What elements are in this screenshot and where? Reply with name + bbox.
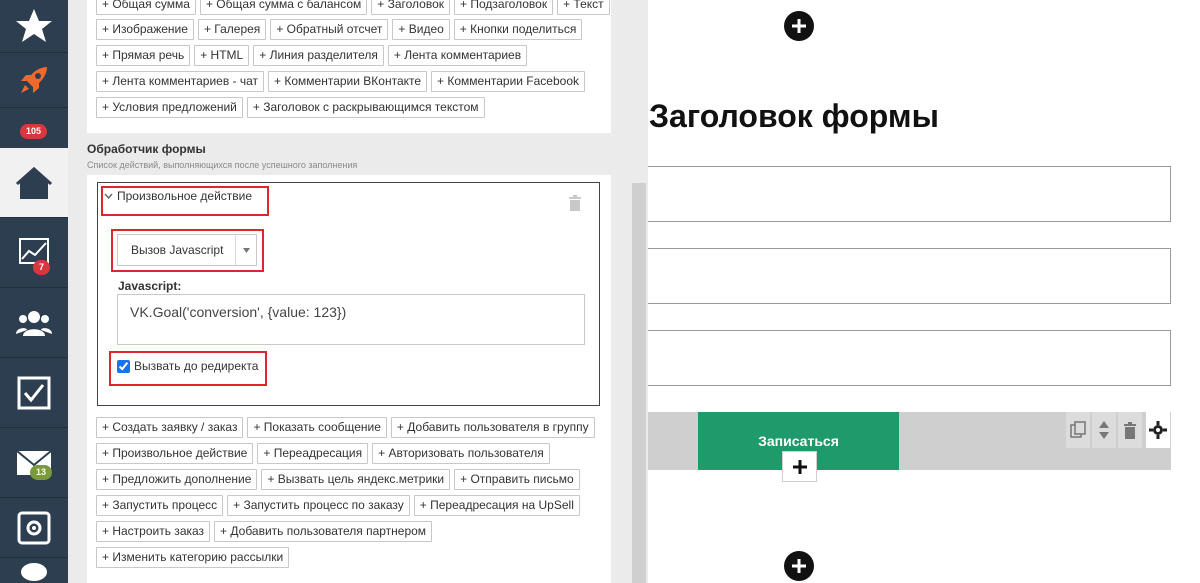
handler-subtitle: Список действий, выполняющихся после усп… bbox=[87, 160, 358, 170]
delete-block-icon[interactable] bbox=[1118, 412, 1142, 448]
javascript-field[interactable]: VK.Goal('conversion', {value: 123}) bbox=[117, 294, 585, 345]
rocket-icon bbox=[21, 67, 47, 93]
move-updown-icon[interactable] bbox=[1092, 412, 1116, 448]
add-create-order-button[interactable]: + Создать заявку / заказ bbox=[96, 417, 244, 438]
block-button-row: + Изображение + Галерея + Обратный отсче… bbox=[96, 19, 583, 40]
add-block-bottom-button[interactable] bbox=[784, 551, 814, 581]
nav-rocket[interactable] bbox=[0, 53, 68, 108]
action-label: Произвольное действие bbox=[117, 189, 253, 203]
action-button-row: + Предложить дополнение + Вызвать цель я… bbox=[96, 469, 580, 490]
block-button-row: + Общая сумма + Общая сумма с балансом +… bbox=[96, 0, 610, 15]
add-html-button[interactable]: + HTML bbox=[194, 45, 250, 66]
add-gallery-button[interactable]: + Галерея bbox=[197, 19, 267, 40]
add-total-button[interactable]: + Общая сумма bbox=[96, 0, 196, 15]
nav-users[interactable] bbox=[0, 288, 68, 358]
plus-icon bbox=[792, 459, 807, 474]
add-total-balance-button[interactable]: + Общая сумма с балансом bbox=[199, 0, 368, 15]
settings-gear-icon[interactable] bbox=[1146, 412, 1170, 448]
add-show-message-button[interactable]: + Показать сообщение bbox=[247, 417, 387, 438]
plus-icon bbox=[792, 19, 806, 33]
nav-stats[interactable]: 7 bbox=[0, 218, 68, 288]
action-type-select[interactable]: Вызов Javascript bbox=[117, 234, 257, 266]
add-text-button[interactable]: + Текст bbox=[557, 0, 610, 15]
nav-notifications[interactable]: 105 bbox=[0, 108, 68, 148]
nav-home[interactable] bbox=[0, 148, 68, 218]
block-button-row: + Лента комментариев - чат + Комментарии… bbox=[96, 71, 586, 92]
add-vk-comments-button[interactable]: + Комментарии ВКонтакте bbox=[268, 71, 428, 92]
copy-icon[interactable] bbox=[1066, 412, 1090, 448]
action-header[interactable]: Произвольное действие bbox=[104, 189, 252, 203]
action-button-row: + Создать заявку / заказ + Показать сооб… bbox=[96, 417, 595, 438]
block-button-row: + Условия предложений + Заголовок с раск… bbox=[96, 97, 485, 118]
home-icon bbox=[16, 166, 52, 199]
left-nav: 105 7 13 bbox=[0, 0, 68, 583]
add-redirect-button[interactable]: + Переадресация bbox=[257, 443, 369, 464]
redirect-checkbox-label: Вызвать до редиректа bbox=[134, 359, 259, 373]
nav-favorites[interactable] bbox=[0, 0, 68, 53]
nav-mail[interactable]: 13 bbox=[0, 428, 68, 498]
action-button-row: + Изменить категорию рассылки bbox=[96, 547, 290, 568]
add-custom-action-button[interactable]: + Произвольное действие bbox=[96, 443, 254, 464]
add-block-top-button[interactable] bbox=[784, 11, 814, 41]
add-after-block-button[interactable] bbox=[782, 451, 817, 482]
handler-title: Обработчик формы bbox=[87, 142, 206, 156]
add-offer-conditions-button[interactable]: + Условия предложений bbox=[96, 97, 243, 118]
action-button-row: + Произвольное действие + Переадресация … bbox=[96, 443, 550, 464]
action-button-row: + Запустить процесс + Запустить процесс … bbox=[96, 495, 580, 516]
block-button-row: + Прямая речь + HTML + Линия разделителя… bbox=[96, 45, 528, 66]
add-heading-button[interactable]: + Заголовок bbox=[371, 0, 451, 15]
form-title[interactable]: Заголовок формы bbox=[649, 98, 939, 135]
form-field-3[interactable] bbox=[648, 330, 1171, 386]
add-change-mailing-category-button[interactable]: + Изменить категорию рассылки bbox=[96, 547, 290, 568]
add-subheading-button[interactable]: + Подзаголовок bbox=[454, 0, 554, 15]
redirect-checkbox[interactable] bbox=[117, 359, 130, 373]
add-authorize-user-button[interactable]: + Авторизовать пользователя bbox=[372, 443, 550, 464]
add-send-email-button[interactable]: + Отправить письмо bbox=[454, 469, 580, 490]
delete-action-icon[interactable] bbox=[568, 195, 582, 211]
mail-badge: 13 bbox=[30, 465, 53, 480]
add-configure-order-button[interactable]: + Настроить заказ bbox=[96, 521, 211, 542]
add-upsell-redirect-button[interactable]: + Переадресация на UpSell bbox=[413, 495, 580, 516]
add-share-buttons-button[interactable]: + Кнопки поделиться bbox=[453, 19, 583, 40]
select-value: Вызов Javascript bbox=[131, 243, 224, 257]
select-arrow-icon bbox=[235, 235, 256, 265]
add-partner-user-button[interactable]: + Добавить пользователя партнером bbox=[214, 521, 433, 542]
plus-icon bbox=[792, 559, 806, 573]
nav-chat[interactable] bbox=[0, 558, 68, 583]
add-start-order-process-button[interactable]: + Запустить процесс по заказу bbox=[227, 495, 410, 516]
notifications-badge: 105 bbox=[20, 124, 48, 139]
nav-tasks[interactable] bbox=[0, 358, 68, 428]
add-comments-chat-button[interactable]: + Лента комментариев - чат bbox=[96, 71, 265, 92]
star-icon bbox=[16, 9, 52, 42]
add-start-process-button[interactable]: + Запустить процесс bbox=[96, 495, 224, 516]
checkbox-icon bbox=[17, 376, 51, 409]
chevron-down-icon bbox=[104, 193, 113, 199]
add-user-to-group-button[interactable]: + Добавить пользователя в группу bbox=[390, 417, 595, 438]
nav-safe[interactable] bbox=[0, 498, 68, 558]
form-field-2[interactable] bbox=[648, 248, 1171, 304]
stats-badge: 7 bbox=[33, 260, 51, 275]
add-offer-addon-button[interactable]: + Предложить дополнение bbox=[96, 469, 258, 490]
add-collapsible-heading-button[interactable]: + Заголовок с раскрывающимся текстом bbox=[246, 97, 485, 118]
add-video-button[interactable]: + Видео bbox=[392, 19, 450, 40]
add-divider-button[interactable]: + Линия разделителя bbox=[253, 45, 384, 66]
add-countdown-button[interactable]: + Обратный отсчет bbox=[270, 19, 389, 40]
safe-icon bbox=[17, 511, 51, 544]
add-quote-button[interactable]: + Прямая речь bbox=[96, 45, 191, 66]
javascript-label: Javascript: bbox=[118, 279, 182, 293]
add-comments-feed-button[interactable]: + Лента комментариев bbox=[387, 45, 528, 66]
redirect-checkbox-row[interactable]: Вызвать до редиректа bbox=[117, 359, 258, 373]
panel-scrollbar[interactable] bbox=[632, 183, 646, 583]
add-image-button[interactable]: + Изображение bbox=[96, 19, 194, 40]
form-field-1[interactable] bbox=[648, 166, 1171, 222]
add-facebook-comments-button[interactable]: + Комментарии Facebook bbox=[431, 71, 586, 92]
action-button-row: + Настроить заказ + Добавить пользовател… bbox=[96, 521, 433, 542]
users-icon bbox=[16, 310, 52, 336]
chat-icon bbox=[21, 563, 47, 581]
add-metrika-goal-button[interactable]: + Вызвать цель яндекс.метрики bbox=[261, 469, 451, 490]
